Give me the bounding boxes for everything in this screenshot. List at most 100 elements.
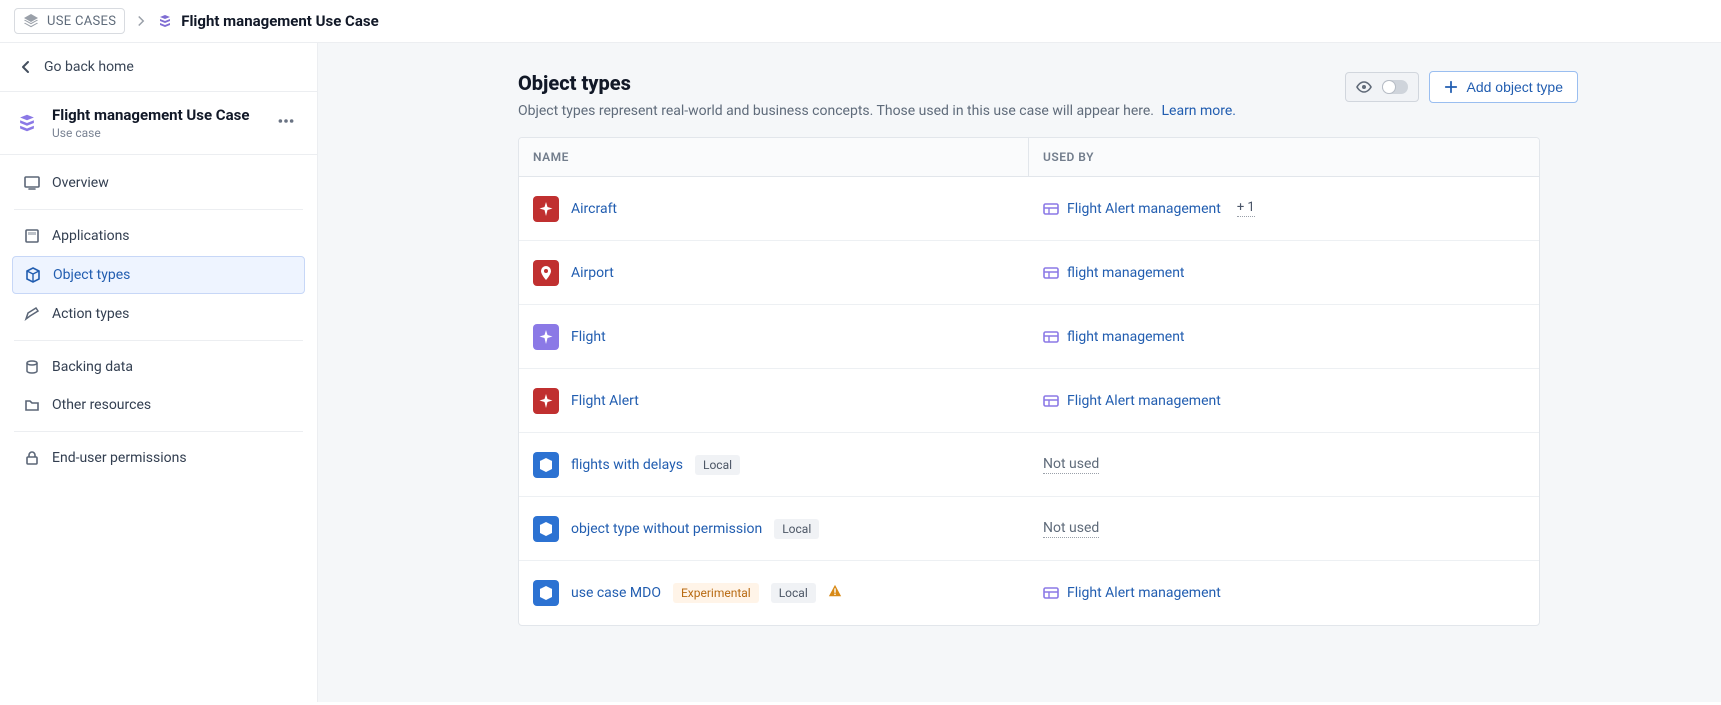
- cube-icon: [25, 267, 41, 283]
- table-row: use case MDOExperimentalLocalFlight Aler…: [519, 561, 1539, 625]
- used-by-link[interactable]: Flight Alert management: [1043, 201, 1221, 217]
- object-type-link[interactable]: use case MDO: [571, 585, 661, 601]
- used-by-link[interactable]: flight management: [1043, 265, 1185, 281]
- cell-used-by: Flight Alert management + 1: [1029, 186, 1539, 231]
- breadcrumb-current-label: Flight management Use Case: [181, 12, 378, 30]
- table-row: Flight flight management: [519, 305, 1539, 369]
- nav-backing-data[interactable]: Backing data: [12, 349, 305, 385]
- sidebar-nav: Overview Applications Object types Actio…: [0, 155, 317, 476]
- local-tag: Local: [774, 519, 819, 539]
- page-title: Object types: [518, 71, 1236, 95]
- object-types-table: NAME USED BY Aircraft Flight Alert manage…: [518, 137, 1540, 626]
- object-type-link[interactable]: Flight: [571, 329, 606, 345]
- column-name: NAME: [519, 138, 1029, 176]
- nav-label: Applications: [52, 228, 130, 244]
- nav-label: End-user permissions: [52, 450, 187, 466]
- cell-name: use case MDOExperimentalLocal: [519, 566, 1029, 620]
- nav-applications[interactable]: Applications: [12, 218, 305, 254]
- nav-label: Action types: [52, 306, 129, 322]
- plus-icon: [1444, 80, 1458, 94]
- module-icon: [1043, 265, 1059, 281]
- airplane-icon: [533, 324, 559, 350]
- used-by-link[interactable]: flight management: [1043, 329, 1185, 345]
- layers-icon: [23, 13, 39, 29]
- use-case-title: Flight management Use Case: [52, 106, 249, 124]
- more-menu[interactable]: [273, 108, 299, 138]
- object-type-link[interactable]: Aircraft: [571, 201, 617, 217]
- module-icon: [1043, 585, 1059, 601]
- object-type-link[interactable]: Airport: [571, 265, 614, 281]
- pen-icon: [24, 306, 40, 322]
- table-body: Aircraft Flight Alert management + 1 Airpor…: [519, 177, 1539, 625]
- warning-icon: [828, 584, 842, 602]
- divider: [14, 209, 303, 210]
- folder-icon: [24, 397, 40, 413]
- main-content: Object types Object types represent real…: [318, 43, 1721, 702]
- not-used-label: Not used: [1043, 520, 1099, 538]
- chevron-right-icon: [135, 15, 147, 27]
- table-header: NAME USED BY: [519, 138, 1539, 177]
- go-back-label: Go back home: [44, 59, 134, 75]
- used-by-link[interactable]: Flight Alert management: [1043, 585, 1221, 601]
- local-tag: Local: [695, 455, 740, 475]
- breadcrumb-current[interactable]: Flight management Use Case: [157, 12, 378, 30]
- apps-icon: [24, 228, 40, 244]
- divider: [14, 340, 303, 341]
- airplane-icon: [533, 196, 559, 222]
- stack-icon: [16, 112, 38, 134]
- visibility-toggle-group: [1345, 72, 1419, 102]
- nav-label: Backing data: [52, 359, 133, 375]
- not-used-label: Not used: [1043, 456, 1099, 474]
- used-by-link[interactable]: Flight Alert management: [1043, 393, 1221, 409]
- breadcrumb-root[interactable]: USE CASES: [14, 8, 125, 34]
- cell-name: Aircraft: [519, 182, 1029, 236]
- table-row: Flight Alert Flight Alert management: [519, 369, 1539, 433]
- visibility-switch[interactable]: [1382, 80, 1408, 94]
- cell-name: flights with delays Local: [519, 438, 1029, 492]
- add-object-type-button[interactable]: Add object type: [1429, 71, 1578, 103]
- cell-used-by: Not used: [1029, 506, 1539, 552]
- database-icon: [24, 359, 40, 375]
- table-row: Airport flight management: [519, 241, 1539, 305]
- cell-name: object type without permission Local: [519, 502, 1029, 556]
- cube-icon: [533, 452, 559, 478]
- object-type-link[interactable]: Flight Alert: [571, 393, 639, 409]
- cell-used-by: Flight Alert management: [1029, 571, 1539, 615]
- add-button-label: Add object type: [1466, 79, 1563, 95]
- nav-object-types[interactable]: Object types: [12, 256, 305, 294]
- nav-action-types[interactable]: Action types: [12, 296, 305, 332]
- nav-overview[interactable]: Overview: [12, 165, 305, 201]
- eye-icon: [1356, 79, 1372, 95]
- go-back-home[interactable]: Go back home: [0, 43, 317, 91]
- breadcrumb: USE CASES Flight management Use Case: [0, 0, 1721, 42]
- nav-label: Overview: [52, 175, 109, 191]
- sidebar: Go back home Flight management Use Case …: [0, 43, 318, 702]
- use-case-subtitle: Use case: [52, 126, 249, 140]
- lock-icon: [24, 450, 40, 466]
- cube-icon: [533, 516, 559, 542]
- cell-used-by: Flight Alert management: [1029, 379, 1539, 423]
- object-type-link[interactable]: object type without permission: [571, 521, 762, 537]
- object-type-link[interactable]: flights with delays: [571, 457, 683, 473]
- additional-count[interactable]: + 1: [1237, 200, 1255, 217]
- table-row: Aircraft Flight Alert management + 1: [519, 177, 1539, 241]
- nav-other-resources[interactable]: Other resources: [12, 387, 305, 423]
- breadcrumb-root-label: USE CASES: [47, 14, 116, 29]
- cell-used-by: flight management: [1029, 315, 1539, 359]
- experimental-tag: Experimental: [673, 583, 759, 603]
- cell-name: Flight: [519, 310, 1029, 364]
- module-icon: [1043, 201, 1059, 217]
- nav-end-user-permissions[interactable]: End-user permissions: [12, 440, 305, 476]
- cell-name: Airport: [519, 246, 1029, 300]
- description-text: Object types represent real-world and bu…: [518, 103, 1154, 119]
- cell-used-by: flight management: [1029, 251, 1539, 295]
- airplane-icon: [533, 388, 559, 414]
- stack-icon: [157, 13, 173, 29]
- nav-label: Other resources: [52, 397, 151, 413]
- table-row: object type without permission Local Not u…: [519, 497, 1539, 561]
- cell-name: Flight Alert: [519, 374, 1029, 428]
- learn-more-link[interactable]: Learn more.: [1161, 103, 1236, 119]
- table-row: flights with delays Local Not used: [519, 433, 1539, 497]
- module-icon: [1043, 393, 1059, 409]
- page-description: Object types represent real-world and bu…: [518, 103, 1236, 119]
